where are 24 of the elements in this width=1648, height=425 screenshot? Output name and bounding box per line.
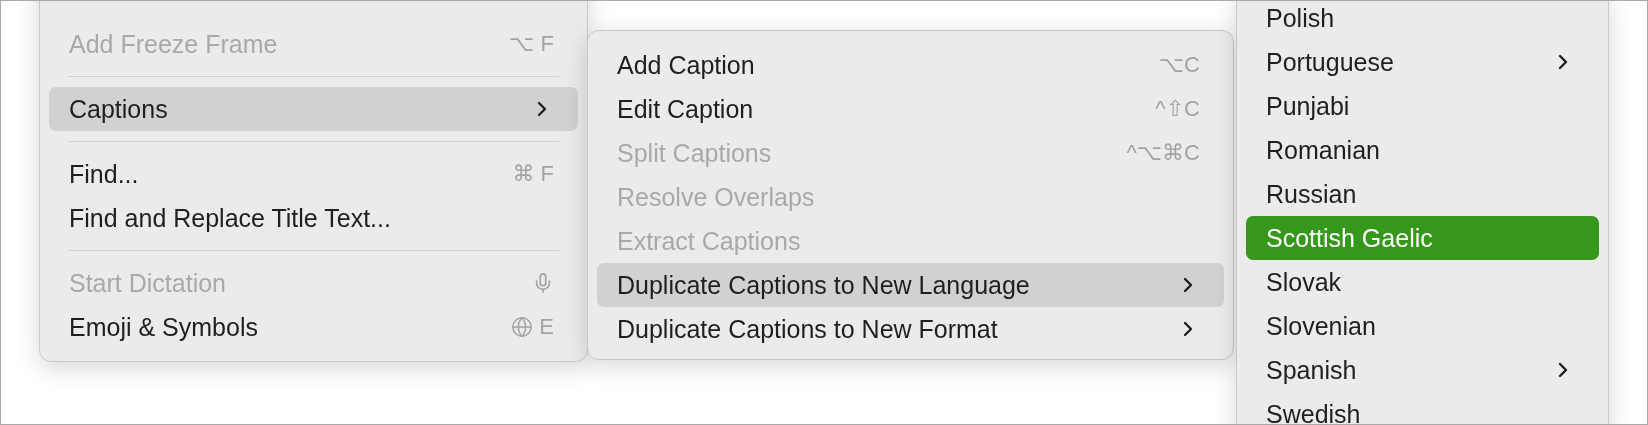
menu-item[interactable]: Emoji & Symbols E (49, 305, 578, 349)
menu-item[interactable]: Edit Caption ^⇧C (597, 87, 1224, 131)
menu-item[interactable]: Add Caption ⌥C (597, 43, 1224, 87)
keyboard-shortcut: ⌥ F (509, 31, 554, 57)
keyboard-shortcut: ^⌥⌘C (1126, 140, 1200, 166)
menu-item[interactable]: Duplicate Captions to New Language (597, 263, 1224, 307)
menu-item[interactable]: Punjabi (1246, 84, 1599, 128)
keyboard-shortcut: E (539, 314, 554, 340)
menu-item[interactable]: Swedish (1246, 392, 1599, 424)
menu-item[interactable]: Find and Replace Title Text... (49, 196, 578, 240)
menu-item[interactable]: Romanian (1246, 128, 1599, 172)
menu-item[interactable]: Spanish (1246, 348, 1599, 392)
keyboard-shortcut: ⌥C (1158, 52, 1200, 78)
menu-item[interactable]: Polish (1246, 1, 1599, 40)
menu-item[interactable]: Find... ⌘ F (49, 152, 578, 196)
menu-item[interactable]: Portuguese (1246, 40, 1599, 84)
menu-item[interactable]: Scottish Gaelic (1246, 216, 1599, 260)
keyboard-shortcut: ⌘ F (512, 161, 554, 187)
keyboard-shortcut: ^⇧C (1155, 96, 1200, 122)
menu-item[interactable]: Slovenian (1246, 304, 1599, 348)
menu-item[interactable]: Duplicate Captions to New Format (597, 307, 1224, 351)
menu-item[interactable]: Captions (49, 87, 578, 131)
menu-item[interactable]: Russian (1246, 172, 1599, 216)
menu-item[interactable]: Slovak (1246, 260, 1599, 304)
